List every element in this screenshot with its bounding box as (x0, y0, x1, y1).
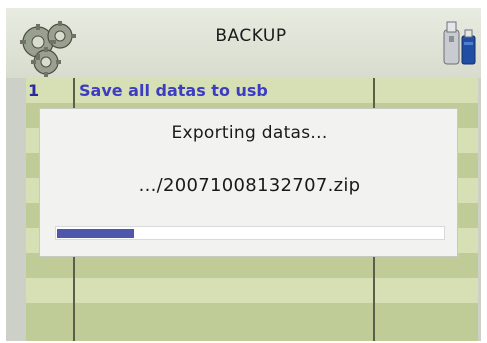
progress-bar-fill (57, 229, 134, 238)
table-row (26, 278, 478, 303)
header-bar: BACKUP (6, 8, 481, 78)
gears-icon (20, 21, 76, 77)
page-title: BACKUP (215, 26, 287, 46)
usb-drive-icon (443, 21, 476, 65)
export-filename: .../20071008132707.zip (138, 175, 361, 196)
progress-bar (55, 226, 445, 240)
row-label[interactable]: Save all datas to usb (79, 78, 369, 103)
backup-screen: BACKUP 1 Save all datas to usb Exporting… (6, 8, 481, 341)
table-row (26, 303, 478, 328)
export-progress-dialog: Exporting datas... .../20071008132707.zi… (39, 108, 458, 257)
dialog-title: Exporting datas... (171, 123, 328, 143)
row-number: 1 (28, 81, 40, 100)
